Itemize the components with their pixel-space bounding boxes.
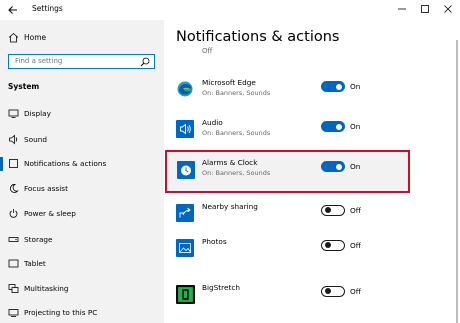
projector-icon [8,309,19,317]
display-icon [8,109,19,118]
toggle-switch[interactable] [321,121,345,132]
storage-icon [8,237,19,242]
app-status: On: Banners, Sounds [202,89,271,97]
app-name: Photos [202,237,227,246]
sidebar-item-label: Notifications & actions [24,159,107,168]
toggle-knob [324,242,331,248]
sidebar-item-projecting[interactable]: Projecting to this PC [0,304,164,323]
app-name: Nearby sharing [202,202,258,211]
app-row-microsoft-edge[interactable]: Microsoft Edge On: Banners, Sounds On [164,73,444,111]
sidebar: Home Find a setting System Display Sound… [0,20,164,323]
app-name: Microsoft Edge [202,78,256,87]
sidebar-item-power-sleep[interactable]: Power & sleep [0,205,164,225]
sidebar-item-multitasking[interactable]: Multitasking [0,280,164,300]
maximize-icon[interactable] [419,3,431,15]
window-title: Settings [32,4,63,13]
toggle-knob [336,123,342,130]
sidebar-item-label: Multitasking [24,284,69,293]
home-icon [8,32,19,43]
sidebar-item-label: Home [24,33,47,42]
sidebar-item-notifications[interactable]: Notifications & actions [0,155,164,175]
sidebar-item-home[interactable]: Home [0,29,164,49]
toggle-state: On [350,122,361,131]
notifications-icon [9,159,18,168]
search-placeholder: Find a setting [15,57,63,65]
moon-icon [10,184,19,193]
page-title: Notifications & actions [176,29,340,45]
toggle-state: On [350,82,361,91]
sidebar-item-label: Power & sleep [24,209,76,218]
toggle-switch[interactable] [321,205,345,216]
sidebar-item-label: Storage [24,235,53,244]
toggle-knob [324,207,331,213]
sidebar-item-label: Projecting to this PC [24,308,98,317]
title-bar: Settings [0,0,460,20]
toggle-switch[interactable] [321,240,345,251]
app-name: BigStretch [202,283,240,292]
sidebar-item-label: Sound [24,135,47,144]
alarm-clock-icon [177,161,195,179]
search-input[interactable]: Find a setting [8,54,155,69]
sidebar-item-tablet[interactable]: Tablet [0,255,164,275]
power-icon [9,209,18,218]
app-row-alarms-clock[interactable]: Alarms & Clock On: Banners, Sounds On [164,153,444,191]
speaker-icon [9,134,18,145]
section-heading: System [8,82,40,91]
app-name: Alarms & Clock [202,158,258,167]
minimize-icon[interactable] [396,3,408,15]
app-status: On: Banners, Sounds [202,129,271,137]
audio-icon [176,120,194,138]
main-panel: Notifications & actions Off Microsoft Ed… [164,20,460,323]
sidebar-item-sound[interactable]: Sound [0,131,164,151]
selected-indicator [0,157,3,171]
toggle-switch[interactable] [321,161,345,172]
sidebar-item-label: Display [24,109,51,118]
toggle-switch[interactable] [321,286,345,297]
share-icon [176,204,194,222]
app-row-photos[interactable]: Photos Off [164,232,444,270]
partial-row-state: Off [202,47,213,55]
app-name: Audio [202,118,223,127]
toggle-state: Off [350,206,361,215]
search-icon[interactable] [140,57,150,67]
toggle-switch[interactable] [321,81,345,92]
app-row-bigstretch[interactable]: BigStretch Off [164,278,444,316]
photos-icon [176,239,194,257]
app-row-audio[interactable]: Audio On: Banners, Sounds On [164,113,444,151]
toggle-state: Off [350,241,361,250]
sidebar-item-storage[interactable]: Storage [0,231,164,251]
bigstretch-icon [176,285,195,304]
toggle-state: On [350,162,361,171]
sidebar-item-display[interactable]: Display [0,105,164,125]
scrollbar[interactable] [456,40,458,323]
toggle-knob [324,288,331,294]
back-arrow-icon[interactable] [6,3,20,17]
tablet-icon [8,259,19,268]
multitasking-icon [8,284,19,293]
sidebar-item-focus-assist[interactable]: Focus assist [0,180,164,200]
close-icon[interactable] [442,3,454,15]
sidebar-item-label: Focus assist [24,184,68,193]
toggle-knob [336,163,342,170]
sidebar-item-label: Tablet [24,259,46,268]
toggle-knob [336,83,342,90]
app-row-nearby-sharing[interactable]: Nearby sharing Off [164,197,444,235]
edge-icon [176,80,194,98]
app-status: On: Banners, Sounds [202,169,271,177]
toggle-state: Off [350,287,361,296]
